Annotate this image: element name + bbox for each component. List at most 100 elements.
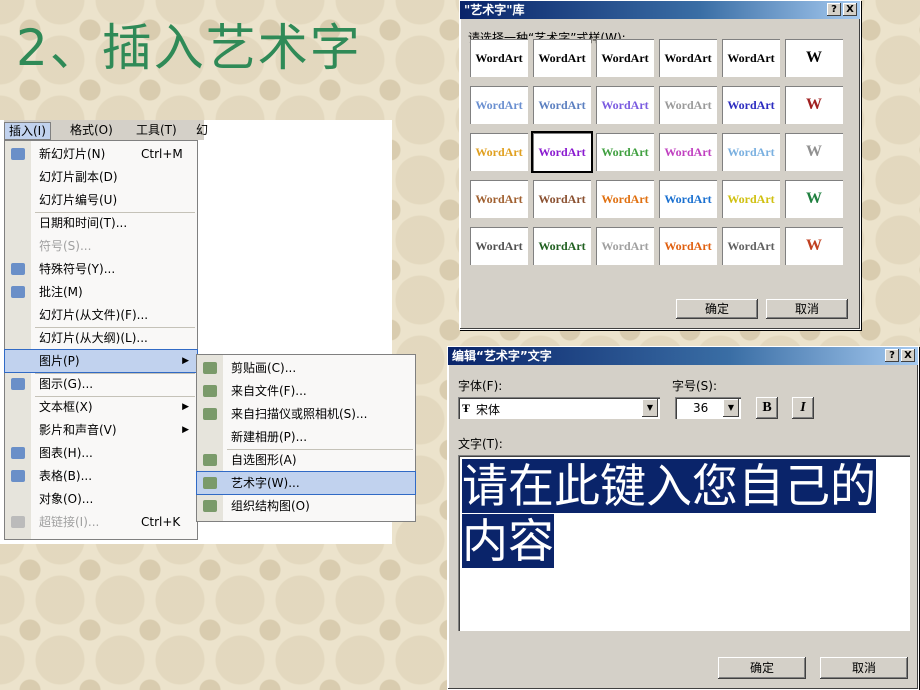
wordart-style-cell[interactable]: WordArt <box>533 227 591 265</box>
insert-menu-item[interactable]: 幻灯片(从大纲)(L)... <box>5 327 197 349</box>
insert-menu-item[interactable]: 图表(H)... <box>5 442 197 464</box>
wordart-style-cell[interactable]: W <box>785 227 843 265</box>
menu-tools[interactable]: 工具(T) <box>132 122 181 138</box>
font-value: 宋体 <box>476 403 501 417</box>
chart-icon <box>11 447 25 459</box>
insert-menu-item[interactable]: 特殊符号(Y)... <box>5 258 197 280</box>
close-button[interactable]: X <box>901 349 915 362</box>
text-label: 文字(T): <box>458 437 503 451</box>
wordart-style-cell[interactable]: WordArt <box>722 180 780 218</box>
wordart-style-cell[interactable]: WordArt <box>596 86 654 124</box>
menu-item-label: 图片(P) <box>39 354 80 368</box>
wordart-style-cell[interactable]: WordArt <box>470 180 528 218</box>
wordart-sample-text: WordArt <box>664 97 712 112</box>
wordart-sample-text: WordArt <box>538 144 586 159</box>
size-select[interactable]: 36 ▼ <box>675 397 741 419</box>
wordart-sample-text: WordArt <box>727 238 775 253</box>
wordart-style-cell[interactable]: WordArt <box>659 227 717 265</box>
wordart-sample-text: W <box>806 143 822 160</box>
wordart-style-cell[interactable]: WordArt <box>596 133 654 171</box>
picture-submenu-item[interactable]: 来自文件(F)... <box>197 380 415 402</box>
picture-submenu-item[interactable]: 新建相册(P)... <box>197 426 415 448</box>
wordart-style-cell[interactable]: WordArt <box>470 86 528 124</box>
insert-menu-item[interactable]: 表格(B)... <box>5 465 197 487</box>
wordart-style-cell[interactable]: WordArt <box>722 39 780 77</box>
insert-menu-item[interactable]: 幻灯片(从文件)(F)... <box>5 304 197 326</box>
gallery-ok-button[interactable]: 确定 <box>676 299 758 319</box>
wordart-style-cell[interactable]: WordArt <box>659 39 717 77</box>
wordart-sample-text: WordArt <box>727 191 775 206</box>
picture-submenu-item[interactable]: 组织结构图(O) <box>197 495 415 517</box>
wordart-text-value: 请在此键入您自己的内容 <box>462 459 876 568</box>
wordart-style-cell[interactable]: W <box>785 180 843 218</box>
picture-submenu-item[interactable]: 自选图形(A) <box>197 449 415 471</box>
wordart-style-cell[interactable]: WordArt <box>531 131 593 173</box>
insert-menu-item[interactable]: 图示(G)... <box>5 373 197 395</box>
wordart-sample-text: W <box>806 96 822 113</box>
italic-button[interactable]: I <box>792 397 814 419</box>
chevron-down-icon[interactable]: ▼ <box>642 399 658 417</box>
wordart-sample-text: WordArt <box>538 50 586 65</box>
size-value: 36 <box>693 401 709 415</box>
wordart-style-cell[interactable]: WordArt <box>533 86 591 124</box>
wordart-style-cell[interactable]: WordArt <box>722 86 780 124</box>
hyperlink-icon <box>11 516 25 528</box>
wordart-style-cell[interactable]: W <box>785 86 843 124</box>
insert-menu: 新幻灯片(N) Ctrl+M 幻灯片副本(D) 幻灯片编号(U) 日期和时间(T)...… <box>4 140 198 540</box>
wordart-style-cell[interactable]: WordArt <box>659 86 717 124</box>
gallery-cancel-button[interactable]: 取消 <box>766 299 848 319</box>
insert-menu-item[interactable]: 幻灯片编号(U) <box>5 189 197 211</box>
edit-ok-button[interactable]: 确定 <box>718 657 806 679</box>
size-label: 字号(S): <box>672 379 718 393</box>
wordart-gallery-titlebar: "艺术字"库 ? X <box>460 1 860 19</box>
menu-insert[interactable]: 插入(I) <box>4 122 51 140</box>
help-button[interactable]: ? <box>827 3 841 16</box>
insert-menu-item[interactable]: 图片(P) ▶ <box>4 349 198 373</box>
wordart-style-cell[interactable]: W <box>785 133 843 171</box>
wordart-sample-text: W <box>806 190 822 207</box>
wordart-style-cell[interactable]: WordArt <box>596 180 654 218</box>
menu-slideshow[interactable]: 幻 <box>192 122 212 138</box>
picture-submenu-item[interactable]: 剪贴画(C)... <box>197 357 415 379</box>
menu-item-label: 特殊符号(Y)... <box>39 262 116 276</box>
picture-submenu-item[interactable]: 来自扫描仪或照相机(S)... <box>197 403 415 425</box>
wordart-sample-text: WordArt <box>727 144 775 159</box>
wordart-icon <box>203 477 217 489</box>
wordart-sample-text: WordArt <box>475 191 523 206</box>
insert-menu-item[interactable]: 对象(O)... <box>5 488 197 510</box>
font-select[interactable]: Ŧ 宋体 ▼ <box>458 397 660 419</box>
insert-menu-item[interactable]: 文本框(X) ▶ <box>5 396 197 418</box>
wordart-sample-text: WordArt <box>601 144 649 159</box>
wordart-style-cell[interactable]: WordArt <box>596 39 654 77</box>
wordart-style-cell[interactable]: WordArt <box>470 227 528 265</box>
insert-menu-item[interactable]: 日期和时间(T)... <box>5 212 197 234</box>
help-button[interactable]: ? <box>885 349 899 362</box>
wordart-sample-text: WordArt <box>475 50 523 65</box>
insert-menu-item[interactable]: 影片和声音(V) ▶ <box>5 419 197 441</box>
picture-submenu-item[interactable]: 艺术字(W)... <box>196 471 416 495</box>
wordart-style-cell[interactable]: WordArt <box>722 133 780 171</box>
wordart-sample-text: WordArt <box>664 238 712 253</box>
wordart-style-cell[interactable]: W <box>785 39 843 77</box>
chevron-down-icon[interactable]: ▼ <box>723 399 739 417</box>
wordart-style-cell[interactable]: WordArt <box>470 133 528 171</box>
wordart-text-area[interactable]: 请在此键入您自己的内容 <box>458 455 910 631</box>
wordart-gallery-dialog: "艺术字"库 ? X 请选择一种“艺术字”式样(W): WordArt WordA… <box>459 0 861 330</box>
close-button[interactable]: X <box>843 3 857 16</box>
wordart-style-cell[interactable]: WordArt <box>659 133 717 171</box>
insert-menu-item[interactable]: 幻灯片副本(D) <box>5 166 197 188</box>
menu-item-label: 日期和时间(T)... <box>39 216 128 230</box>
insert-menu-item[interactable]: 新幻灯片(N) Ctrl+M <box>5 143 197 165</box>
wordart-style-cell[interactable]: WordArt <box>470 39 528 77</box>
bold-button[interactable]: B <box>756 397 778 419</box>
menu-format[interactable]: 格式(O) <box>66 122 117 138</box>
wordart-style-cell[interactable]: WordArt <box>533 180 591 218</box>
special-symbol-icon <box>11 263 25 275</box>
wordart-style-cell[interactable]: WordArt <box>659 180 717 218</box>
wordart-style-cell[interactable]: WordArt <box>722 227 780 265</box>
insert-menu-item[interactable]: 批注(M) <box>5 281 197 303</box>
wordart-sample-text: WordArt <box>664 50 712 65</box>
wordart-style-cell[interactable]: WordArt <box>596 227 654 265</box>
wordart-style-cell[interactable]: WordArt <box>533 39 591 77</box>
edit-cancel-button[interactable]: 取消 <box>820 657 908 679</box>
